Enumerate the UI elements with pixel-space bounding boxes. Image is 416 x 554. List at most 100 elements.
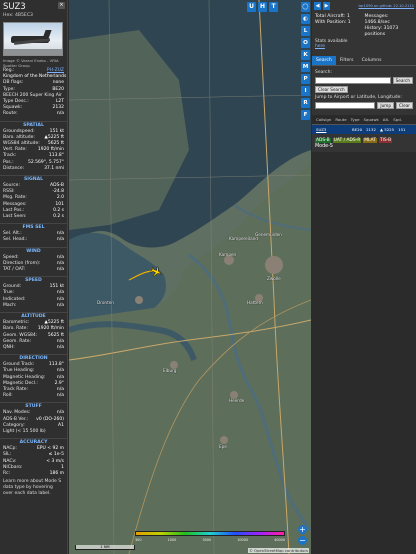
side-button-2[interactable]: O: [301, 38, 310, 48]
side-button-5[interactable]: P: [301, 74, 310, 84]
side-button-3[interactable]: K: [301, 50, 310, 60]
aircraft-table-header: Callsign Route Type Squawk Alt. Spd.: [312, 115, 416, 125]
row-callsign[interactable]: SUZ3: [314, 127, 338, 132]
photo-caption: Image © Varani Eneko - VRIA Spotter Grou…: [3, 58, 59, 68]
clear-search-button[interactable]: Clear Search: [315, 86, 348, 93]
stat-history: History: 31073 positions: [365, 26, 415, 38]
stat-value: 1466.8/sec: [364, 20, 390, 25]
stats-here-link[interactable]: here: [315, 44, 325, 49]
aircraft-photo[interactable]: [3, 22, 63, 56]
detail-row: QNH: n/a: [0, 345, 67, 351]
side-button-6[interactable]: I: [301, 86, 310, 96]
row-spd: 151: [398, 127, 406, 132]
stat-value: 1: [346, 14, 350, 19]
clear-jump-button[interactable]: Clear: [396, 102, 413, 109]
legend-uat[interactable]: UAT / ADS-R: [332, 138, 362, 143]
legend-adsb[interactable]: ADS-B: [315, 138, 331, 143]
close-panel-button[interactable]: ×: [58, 2, 65, 9]
detail-row: Mach: n/a: [0, 303, 67, 309]
aircraft-info-rows: Reg.: PH-ZUZ Kingdom of the Netherlands DB …: [0, 68, 67, 118]
detail-key: Distance:: [3, 165, 25, 171]
town-zwolle: Zwolle: [267, 276, 281, 281]
detail-key: Rc:: [3, 470, 11, 476]
legend-mode-s[interactable]: Mode-S: [312, 143, 416, 150]
source-legend: ADS-B UAT / ADS-R MLAT TIS-B: [312, 134, 416, 143]
detail-row: TAT / OAT: n/a: [0, 267, 67, 273]
col-route[interactable]: Route: [333, 117, 348, 122]
table-row[interactable]: SUZ3 BE20 2132 ▲ 5225 151: [312, 125, 416, 134]
town-heerde: Heerde: [229, 398, 245, 403]
version-link[interactable]: tar1090 on github: 22.10.2111: [359, 4, 416, 8]
col-squawk[interactable]: Squawk: [362, 117, 381, 122]
jump-button[interactable]: Jump: [377, 102, 395, 109]
detail-value: A1: [58, 422, 64, 428]
tab-columns[interactable]: Columns: [358, 56, 386, 65]
panel-top-bar: ◀ ▶ tar1090 on github: 22.10.2111: [312, 0, 416, 11]
map-button-t[interactable]: T: [269, 2, 278, 12]
detail-value: n/a: [56, 302, 64, 308]
stat-value: 1: [347, 20, 351, 25]
aircraft-header: SUZ3 Hex: 4B5EC3 ×: [0, 0, 67, 20]
settings-toggle-icon[interactable]: ◯: [301, 2, 310, 12]
info-row: Route: n/a: [0, 111, 67, 117]
legend-tisb[interactable]: TIS-B: [378, 138, 393, 143]
aircraft-list-panel: ◀ ▶ tar1090 on github: 22.10.2111 Total …: [312, 0, 416, 554]
detail-row: Light (< 15 500 lb): [0, 429, 67, 435]
info-value: n/a: [56, 111, 64, 117]
alt-label: 1000: [167, 538, 177, 542]
stat-with-position: With Position: 1: [315, 20, 365, 26]
detail-value: n/a: [56, 344, 64, 350]
side-button-8[interactable]: F: [301, 110, 310, 120]
detail-row: Roll: n/a: [0, 393, 67, 399]
town-kampen: Kampen: [219, 252, 237, 257]
row-squawk: 2132: [366, 127, 376, 132]
row-type: BE20: [352, 127, 363, 132]
col-alt[interactable]: Alt.: [381, 117, 392, 122]
mode-s-note: Learn more about Mode S data type by hov…: [3, 479, 62, 497]
search-button[interactable]: Search: [392, 77, 413, 84]
jump-input[interactable]: [315, 102, 376, 109]
detail-key: Roll:: [3, 393, 13, 399]
detail-row: Distance: 37.1 nmi: [0, 166, 67, 172]
side-button-0[interactable]: ◐: [301, 14, 310, 24]
alt-label: 300: [135, 538, 142, 542]
jump-label: Jump to Airport or Latitude, Longitude:: [315, 95, 402, 100]
side-button-4[interactable]: M: [301, 62, 310, 72]
search-input[interactable]: [315, 77, 391, 84]
col-spd[interactable]: Spd.: [391, 117, 404, 122]
stat-messages: Messages: 1466.8/sec: [365, 14, 415, 26]
detail-value: n/a: [56, 237, 64, 243]
row-route: [338, 127, 350, 132]
hex-line: Hex: 4B5EC3: [3, 13, 64, 18]
expand-right-icon[interactable]: ▶: [323, 1, 330, 10]
town-hattem: Hattem: [247, 300, 263, 305]
stat-key: History:: [364, 26, 383, 31]
tab-filters[interactable]: Filters: [336, 56, 358, 65]
col-callsign[interactable]: Callsign: [314, 117, 333, 122]
detail-value: n/a: [56, 393, 64, 399]
alt-label: 3000: [202, 538, 212, 542]
selected-callsign: SUZ3: [3, 2, 26, 12]
section-title: SPATIAL: [0, 120, 67, 129]
side-button-1[interactable]: L: [301, 26, 310, 36]
col-type[interactable]: Type: [349, 117, 362, 122]
row-alt: ▲ 5225: [379, 127, 395, 132]
detail-key: Light (< 15 500 lb): [3, 428, 46, 434]
search-form: Search: Search Clear Search Jump to Airp…: [312, 66, 416, 109]
map-button-u[interactable]: U: [247, 2, 256, 12]
stat-key: With Position:: [315, 20, 347, 25]
stat-key: Messages:: [364, 14, 389, 19]
collapse-left-icon[interactable]: ◀: [314, 1, 321, 10]
stats-available: Stats available here: [312, 38, 416, 50]
detail-row: Last Seen: 0.2 s: [0, 214, 67, 220]
detail-key: TAT / OAT:: [3, 267, 26, 273]
town-genemuiden: Genemuiden: [255, 232, 282, 237]
legend-mlat[interactable]: MLAT: [363, 138, 377, 143]
map-view[interactable]: Kampen Kampereiland Genemuiden Zwolle Dr…: [69, 0, 311, 554]
detail-sections: SPATIAL Groundspeed: 151 kt Baro. altitude:…: [0, 120, 67, 478]
tab-search[interactable]: Search: [312, 56, 336, 65]
side-button-7[interactable]: R: [301, 98, 310, 108]
town-elburg: Elburg: [163, 368, 177, 373]
detail-value: 0.2 s: [53, 214, 64, 220]
map-button-h[interactable]: H: [258, 2, 267, 12]
